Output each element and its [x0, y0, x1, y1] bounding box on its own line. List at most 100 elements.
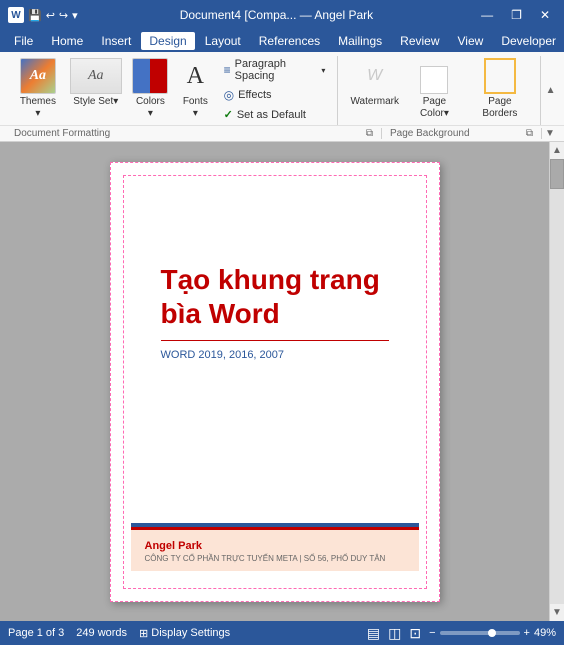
colors-icon: [132, 58, 168, 94]
menu-review[interactable]: Review: [392, 32, 447, 50]
main-area: Tạo khung trang bìa Word WORD 2019, 2016…: [0, 142, 564, 621]
fonts-label: Fonts ▾: [179, 96, 212, 120]
menu-developer[interactable]: Developer: [493, 32, 564, 50]
focus-icon[interactable]: ⊡: [409, 625, 421, 642]
close-btn[interactable]: ✕: [534, 6, 556, 24]
page-color-preview: [420, 66, 448, 94]
page-color-button[interactable]: Page Color▾: [405, 56, 464, 122]
menu-file[interactable]: File: [6, 32, 41, 50]
undo-quick-btn[interactable]: ↩: [46, 9, 55, 22]
title-bar: W 💾 ↩ ↪ ▾ Document4 [Compa... — Angel Pa…: [0, 0, 564, 30]
effects-label: Effects: [238, 89, 271, 101]
zoom-out-btn[interactable]: −: [429, 627, 435, 639]
word-count: 249 words: [76, 627, 127, 640]
document-footer: Angel Park CÔNG TY CỔ PHẦN TRỰC TUYẾN ME…: [131, 523, 419, 571]
watermark-icon: W: [359, 58, 391, 94]
scroll-track[interactable]: [550, 159, 564, 604]
read-mode-icon[interactable]: ◫: [388, 625, 401, 642]
ribbon-scroll-up[interactable]: ▲: [543, 56, 558, 125]
effects-icon: ◎: [224, 88, 234, 102]
status-bar: Page 1 of 3 249 words ⊞ Display Settings…: [0, 621, 564, 645]
ribbon-group-items: Aa Themes ▾ Aa Style Set▾: [14, 56, 329, 125]
themes-label: Themes ▾: [18, 96, 58, 120]
page-bg-items: W Watermark Page Color▾ Page Bord: [348, 56, 532, 125]
style-set-button[interactable]: Aa Style Set▾: [66, 56, 126, 110]
checkmark-icon: ✓: [224, 108, 233, 121]
status-right: ▤ ◫ ⊡ − + 49%: [367, 625, 556, 642]
title-underline: [161, 340, 389, 341]
doc-formatting-label-group: Document Formatting ⧉: [6, 128, 382, 139]
colors-label: Colors ▾: [134, 96, 167, 120]
effects-btn[interactable]: ◎ Effects: [220, 86, 330, 104]
menu-mailings[interactable]: Mailings: [330, 32, 390, 50]
watermark-button[interactable]: W Watermark: [348, 56, 401, 110]
footer-name: Angel Park: [145, 540, 405, 552]
window-controls: — ❐ ✕: [475, 6, 556, 24]
paragraph-spacing-label: Paragraph Spacing: [235, 58, 318, 82]
quick-access-toolbar: 💾 ↩ ↪ ▾: [28, 9, 78, 22]
page-bg-expand[interactable]: ⧉: [526, 128, 533, 139]
colors-button[interactable]: Colors ▾: [130, 56, 171, 122]
df-right-options: ≡ Paragraph Spacing ▾ ◎ Effects ✓ Set as…: [220, 56, 330, 123]
themes-button[interactable]: Aa Themes ▾: [14, 56, 62, 122]
scroll-thumb[interactable]: [550, 159, 564, 189]
redo-quick-btn[interactable]: ↪: [59, 9, 68, 22]
menu-insert[interactable]: Insert: [93, 32, 139, 50]
display-settings-icon: ⊞: [139, 627, 148, 640]
minimize-btn[interactable]: —: [475, 6, 499, 24]
document-title: Tạo khung trang bìa Word: [161, 263, 389, 330]
page-borders-label: Page Borders: [472, 96, 528, 120]
display-settings-label: Display Settings: [151, 627, 230, 639]
paragraph-spacing-btn[interactable]: ≡ Paragraph Spacing ▾: [220, 56, 330, 84]
zoom-track[interactable]: [440, 631, 520, 635]
ribbon-labels: Document Formatting ⧉ Page Background ⧉ …: [0, 125, 564, 141]
document-content: Tạo khung trang bìa Word WORD 2019, 2016…: [131, 183, 419, 581]
menu-view[interactable]: View: [450, 32, 492, 50]
ribbon-group-page-background: W Watermark Page Color▾ Page Bord: [340, 56, 541, 125]
ribbon: Aa Themes ▾ Aa Style Set▾: [0, 52, 564, 142]
themes-icon: Aa: [20, 58, 56, 94]
doc-formatting-expand[interactable]: ⧉: [366, 128, 373, 139]
paragraph-spacing-arrow: ▾: [321, 66, 325, 75]
menu-layout[interactable]: Layout: [197, 32, 249, 50]
paragraph-spacing-icon: ≡: [224, 63, 231, 77]
zoom-thumb: [488, 629, 496, 637]
word-app-icon: W: [8, 7, 24, 23]
style-set-preview: Aa: [70, 58, 122, 94]
ribbon-group-document-formatting: Aa Themes ▾ Aa Style Set▾: [6, 56, 338, 125]
title-bar-left: W 💾 ↩ ↪ ▾: [8, 7, 78, 23]
title-bar-title: Document4 [Compa... — Angel Park: [78, 8, 476, 22]
set-as-default-label: Set as Default: [237, 109, 306, 121]
layout-icon[interactable]: ▤: [367, 625, 380, 642]
page-bg-label-group: Page Background ⧉: [382, 128, 542, 139]
watermark-label: Watermark: [350, 96, 399, 108]
status-left: Page 1 of 3 249 words ⊞ Display Settings: [8, 627, 355, 640]
save-quick-btn[interactable]: 💾: [28, 9, 42, 22]
scroll-down-arrow[interactable]: ▼: [549, 604, 564, 621]
restore-btn[interactable]: ❐: [505, 6, 528, 24]
menu-design[interactable]: Design: [141, 32, 194, 50]
zoom-in-btn[interactable]: +: [524, 627, 530, 639]
document-page: Tạo khung trang bìa Word WORD 2019, 2016…: [110, 162, 440, 602]
document-subtitle: WORD 2019, 2016, 2007: [161, 349, 389, 361]
zoom-control[interactable]: − + 49%: [429, 627, 556, 639]
zoom-level: 49%: [534, 627, 556, 639]
page-borders-button[interactable]: Page Borders: [468, 56, 532, 122]
menu-home[interactable]: Home: [43, 32, 91, 50]
menu-references[interactable]: References: [251, 32, 328, 50]
page-color-icon: [418, 58, 450, 94]
fonts-button[interactable]: A Fonts ▾: [175, 56, 216, 122]
fonts-icon: A: [177, 58, 213, 94]
footer-company: CÔNG TY CỔ PHẦN TRỰC TUYẾN META | SỐ 56,…: [145, 554, 405, 563]
set-as-default-btn[interactable]: ✓ Set as Default: [220, 106, 330, 123]
footer-background: Angel Park CÔNG TY CỔ PHẦN TRỰC TUYẾN ME…: [131, 530, 419, 571]
scroll-up-arrow[interactable]: ▲: [549, 142, 564, 159]
style-set-label: Style Set▾: [73, 96, 118, 108]
vertical-scrollbar: ▲ ▼: [549, 142, 564, 621]
display-settings-btn[interactable]: ⊞ Display Settings: [139, 627, 230, 640]
page-borders-icon: [484, 58, 516, 94]
ribbon-scroll-down[interactable]: ▼: [542, 128, 558, 139]
ribbon-content: Aa Themes ▾ Aa Style Set▾: [0, 52, 564, 125]
page-color-label: Page Color▾: [409, 96, 460, 120]
page-info: Page 1 of 3: [8, 627, 64, 640]
